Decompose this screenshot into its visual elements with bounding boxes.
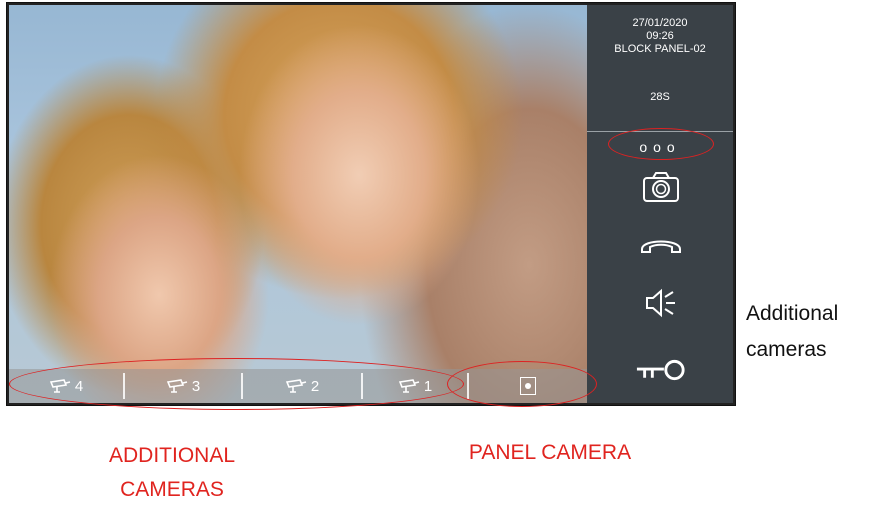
speaker-button[interactable] xyxy=(635,281,687,325)
additional-cameras-caption: ADDITIONAL CAMERAS xyxy=(108,444,236,501)
more-options-highlight xyxy=(608,128,714,160)
side-note-line1: Additional xyxy=(746,302,839,325)
hang-up-button[interactable] xyxy=(635,223,687,267)
call-timer: 28S xyxy=(650,91,670,103)
panel-name: BLOCK PANEL-02 xyxy=(614,43,706,55)
door-open-button[interactable] xyxy=(635,349,687,393)
call-date: 27/01/2020 xyxy=(632,17,688,29)
intercom-screen: 4 3 2 1 27/01/2020 09:26 BLOCK PANEL-02 xyxy=(6,2,736,406)
call-time: 09:26 xyxy=(646,30,674,42)
door-key-icon xyxy=(636,359,685,381)
video-feed: 4 3 2 1 xyxy=(9,5,587,403)
side-note-line2: cameras xyxy=(746,338,827,361)
hang-up-icon xyxy=(641,240,681,253)
additional-cameras-highlight xyxy=(9,358,464,410)
panel-camera-highlight xyxy=(447,361,597,407)
camera-snapshot-icon xyxy=(643,172,679,202)
panel-camera-caption: PANEL CAMERA xyxy=(468,441,632,464)
call-info: 27/01/2020 09:26 BLOCK PANEL-02 xyxy=(587,17,733,56)
snapshot-button[interactable] xyxy=(635,165,687,209)
speaker-icon xyxy=(646,288,675,318)
side-note: Additional cameras xyxy=(746,296,838,368)
call-side-panel: 27/01/2020 09:26 BLOCK PANEL-02 28S ooo xyxy=(587,5,733,403)
